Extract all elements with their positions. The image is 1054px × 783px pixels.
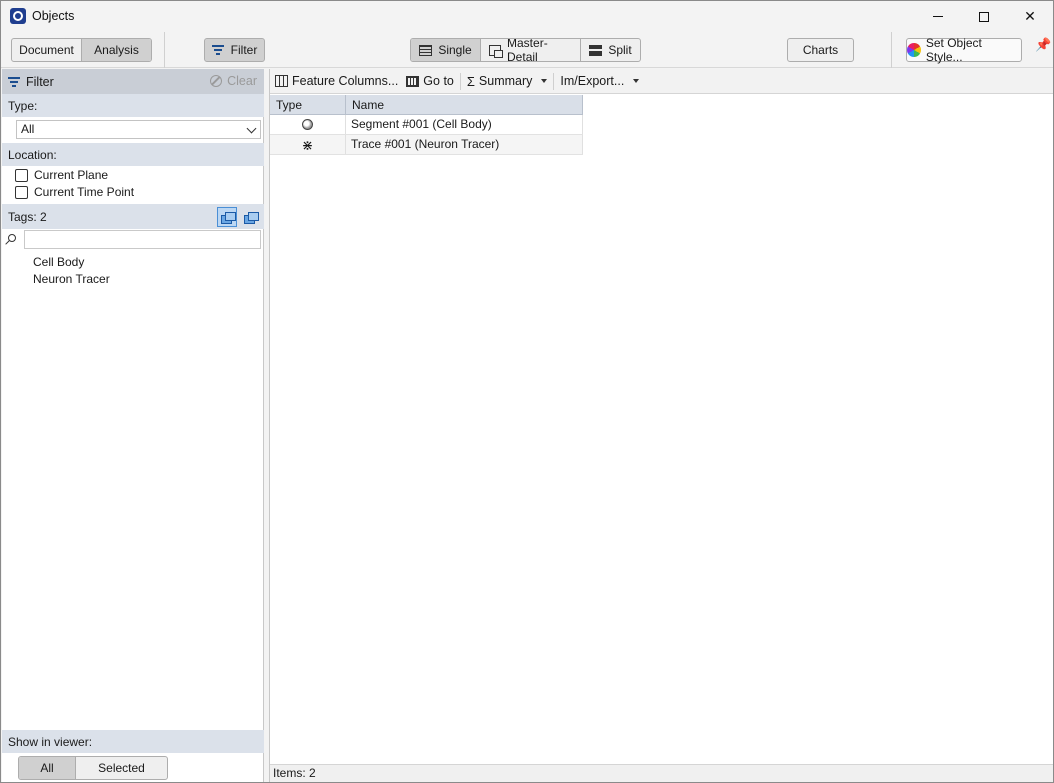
summary-label: Summary: [478, 74, 533, 88]
objects-window: Objects ✕ Document Analysis Filter Singl…: [0, 0, 1054, 783]
document-button[interactable]: Document: [12, 39, 82, 61]
show-in-viewer-header: Show in viewer:: [2, 730, 264, 753]
feature-columns-label: Feature Columns...: [292, 74, 399, 88]
tag-mode-any-button[interactable]: [217, 207, 237, 227]
tag-item-neuron-tracer[interactable]: Neuron Tracer: [33, 272, 110, 286]
current-time-point-option[interactable]: Current Time Point: [15, 185, 134, 199]
filter-panel: Filter Clear Type: All Location: Current…: [2, 69, 264, 782]
single-view-label: Single: [438, 43, 472, 57]
objects-list-panel: Feature Columns... Go to Σ Summary Im/Ex…: [269, 69, 1053, 782]
im-export-dropdown[interactable]: Im/Export...: [556, 69, 643, 94]
type-dropdown[interactable]: All: [16, 120, 261, 139]
trace-icon: ⋇: [301, 136, 314, 153]
minimize-button[interactable]: [915, 1, 961, 32]
feature-columns-button[interactable]: Feature Columns...: [270, 69, 402, 94]
status-bar: Items: 2: [270, 764, 1053, 782]
split-icon: [589, 44, 603, 56]
goto-button[interactable]: Go to: [402, 69, 458, 94]
show-all-button[interactable]: All: [19, 757, 76, 779]
current-plane-checkbox[interactable]: [15, 168, 28, 182]
set-object-style-button[interactable]: Set Object Style...: [906, 36, 1022, 64]
split-view-label: Split: [608, 43, 632, 57]
close-button[interactable]: ✕: [1007, 1, 1053, 32]
type-section-header: Type:: [2, 94, 264, 117]
window-title: Objects: [32, 9, 75, 23]
app-icon: [10, 8, 26, 24]
filter-toggle-label: Filter: [230, 43, 258, 57]
mode-switch: Document Analysis: [11, 38, 152, 62]
type-cell: ⋇: [270, 135, 346, 154]
list-toolbar: Feature Columns... Go to Σ Summary Im/Ex…: [270, 69, 1053, 94]
type-cell: [270, 115, 346, 134]
column-header-type[interactable]: Type: [270, 95, 346, 114]
search-icon: [8, 234, 16, 242]
filter-panel-title: Filter: [26, 74, 54, 89]
windows-overlap-icon: [243, 212, 259, 224]
filter-icon: [8, 76, 20, 87]
master-detail-icon: [489, 44, 504, 58]
minimize-icon: [933, 16, 943, 17]
split-view-button[interactable]: Split: [581, 39, 640, 61]
toolbar-divider: [459, 72, 461, 90]
name-cell: Segment #001 (Cell Body): [346, 115, 583, 134]
goto-icon: [406, 75, 420, 87]
columns-icon: [275, 75, 288, 87]
maximize-icon: [979, 11, 989, 22]
current-plane-option[interactable]: Current Plane: [15, 168, 108, 182]
maximize-button[interactable]: [961, 1, 1007, 32]
goto-label: Go to: [423, 74, 454, 88]
view-mode-switch: Single Master-Detail Split: [410, 38, 641, 62]
caret-down-icon: [541, 79, 548, 83]
table-row[interactable]: Segment #001 (Cell Body): [270, 115, 583, 135]
table-header: Type Name: [270, 95, 583, 115]
objects-table: Type Name Segment #001 (Cell Body) ⋇ Tra…: [270, 95, 583, 155]
im-export-label: Im/Export...: [560, 74, 625, 88]
toolbar-divider: [891, 32, 892, 68]
table-row[interactable]: ⋇ Trace #001 (Neuron Tracer): [270, 135, 583, 155]
close-icon: ✕: [1024, 8, 1036, 24]
location-section-header: Location:: [2, 143, 264, 166]
segment-icon: [302, 119, 313, 130]
tag-search-input[interactable]: [24, 230, 261, 249]
analysis-button[interactable]: Analysis: [82, 39, 151, 61]
tag-item-cell-body[interactable]: Cell Body: [33, 255, 84, 269]
color-palette-icon: [907, 43, 921, 57]
chevron-down-icon: [246, 123, 257, 134]
show-selected-button[interactable]: Selected: [76, 757, 167, 779]
master-detail-label: Master-Detail: [507, 38, 548, 62]
filter-icon: [211, 45, 224, 55]
charts-button[interactable]: Charts: [787, 38, 854, 62]
toolbar-divider: [164, 32, 165, 68]
column-header-name[interactable]: Name: [346, 95, 583, 114]
windows-overlap-icon: [220, 212, 236, 224]
caret-down-icon: [633, 79, 640, 83]
clear-icon: [210, 75, 223, 87]
title-bar: Objects ✕: [1, 1, 1053, 32]
toolbar-divider: [553, 72, 555, 90]
clear-filter-button[interactable]: Clear: [210, 74, 257, 88]
current-plane-label: Current Plane: [34, 168, 109, 182]
clear-label: Clear: [227, 74, 257, 88]
name-cell: Trace #001 (Neuron Tracer): [346, 135, 583, 154]
summary-dropdown[interactable]: Σ Summary: [463, 69, 552, 94]
set-object-style-label: Set Object Style...: [925, 36, 982, 64]
filter-toggle-button[interactable]: Filter: [204, 38, 265, 62]
type-dropdown-value: All: [21, 122, 35, 136]
pin-icon[interactable]: 📌: [1035, 37, 1051, 52]
current-time-point-label: Current Time Point: [34, 185, 135, 199]
table-icon: [419, 44, 433, 56]
main-toolbar: Document Analysis Filter Single Master-D…: [1, 32, 1053, 68]
sigma-icon: Σ: [466, 73, 475, 89]
filter-panel-header: Filter Clear: [2, 69, 264, 94]
tag-search-row: [2, 229, 264, 251]
current-time-point-checkbox[interactable]: [15, 185, 28, 199]
single-view-button[interactable]: Single: [411, 39, 481, 61]
tags-count-label: Tags: 2: [8, 209, 47, 224]
show-in-viewer-switch: All Selected: [18, 756, 168, 780]
master-detail-view-button[interactable]: Master-Detail: [481, 39, 581, 61]
tag-mode-all-button[interactable]: [240, 207, 260, 227]
